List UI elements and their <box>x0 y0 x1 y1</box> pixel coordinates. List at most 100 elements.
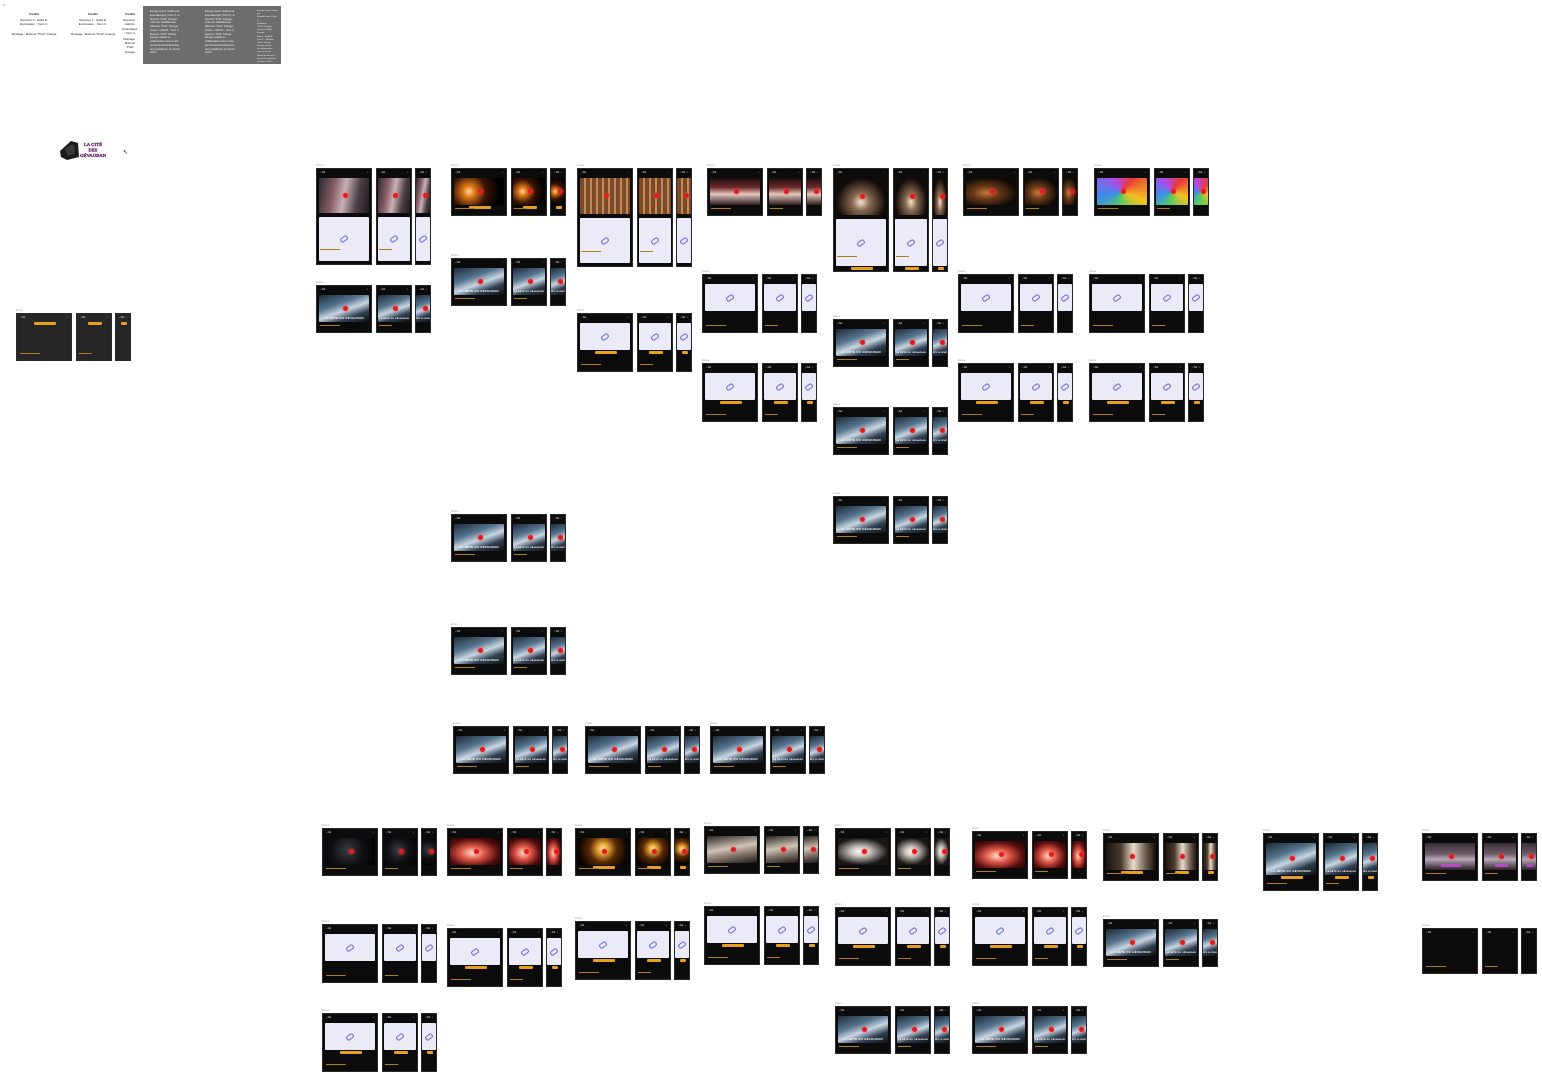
close-icon[interactable]: x <box>557 931 558 934</box>
close-icon[interactable]: x <box>1354 836 1355 839</box>
action-button[interactable] <box>1107 401 1129 404</box>
screen-frame-phone[interactable]: ~Tab x <box>421 1013 437 1072</box>
red-marker-icon[interactable] <box>559 747 565 753</box>
close-icon[interactable]: x <box>685 831 686 834</box>
close-icon[interactable]: x <box>924 171 925 174</box>
red-marker-icon[interactable] <box>601 849 607 855</box>
red-marker-icon[interactable] <box>422 192 428 198</box>
link-icon[interactable] <box>1112 382 1122 391</box>
screen-frame-tablet[interactable]: ~Tab x <box>1032 831 1068 879</box>
red-marker-icon[interactable] <box>989 189 995 195</box>
close-icon[interactable]: x <box>502 261 503 264</box>
close-icon[interactable]: x <box>668 171 669 174</box>
close-icon[interactable]: x <box>1023 834 1024 837</box>
screen-frame-phone[interactable]: ~Tab x <box>1521 928 1537 974</box>
close-icon[interactable]: x <box>542 261 543 264</box>
close-icon[interactable]: x <box>1194 922 1195 925</box>
red-marker-icon[interactable] <box>813 189 819 195</box>
screen-frame-tablet[interactable]: ~Tab x <box>1154 168 1190 216</box>
red-marker-icon[interactable] <box>683 193 689 199</box>
close-icon[interactable]: x <box>502 517 503 520</box>
screen-frame-phone[interactable]: ~Tabx LA BÊTE DU GÉVAUDAN <box>932 319 948 367</box>
screen-frame-tablet[interactable]: ~Tab x <box>507 828 543 876</box>
red-marker-icon[interactable] <box>859 428 865 434</box>
close-icon[interactable]: x <box>793 366 794 369</box>
screen-frame-desktop[interactable]: ~Tab x LA BÊTE DU GÉVAUDAN <box>972 1006 1028 1054</box>
screen-frame-phone[interactable]: ~Tab x <box>676 168 692 267</box>
screen-frame-desktop[interactable]: ~Tab x LA BÊTE DU GÉVAUDAN <box>451 258 507 306</box>
screen-frame-desktop[interactable]: ~Tab x LA BÊTE DU GÉVAUDAN <box>833 496 889 544</box>
red-marker-icon[interactable] <box>528 279 534 285</box>
screen-frame-tablet[interactable]: ~Tab x <box>895 907 931 966</box>
action-button[interactable] <box>680 866 686 869</box>
close-icon[interactable]: x <box>1154 836 1155 839</box>
link-icon[interactable] <box>727 925 737 934</box>
close-icon[interactable]: x <box>943 171 944 174</box>
red-marker-icon[interactable] <box>733 189 739 195</box>
screen-frame-tablet[interactable]: ~Tab x LA BÊTE DU GÉVAUDAN <box>645 726 681 774</box>
action-button[interactable] <box>774 401 788 404</box>
red-marker-icon[interactable] <box>736 747 742 753</box>
link-icon[interactable] <box>598 940 608 949</box>
red-marker-icon[interactable] <box>691 747 697 753</box>
close-icon[interactable]: x <box>1082 834 1083 837</box>
close-icon[interactable]: x <box>407 288 408 291</box>
close-icon[interactable]: x <box>1204 171 1205 174</box>
red-marker-icon[interactable] <box>912 849 918 855</box>
action-button[interactable] <box>990 945 1012 948</box>
action-button[interactable] <box>1208 871 1214 874</box>
red-marker-icon[interactable] <box>393 192 399 198</box>
screen-frame-desktop[interactable]: ~Tab x <box>322 924 378 983</box>
screen-frame-tablet[interactable]: ~Tab x <box>382 1013 418 1072</box>
close-icon[interactable]: x <box>1009 277 1010 280</box>
red-marker-icon[interactable] <box>393 306 399 312</box>
screen-frame-desktop[interactable]: ~Tab x <box>1422 928 1478 974</box>
link-icon[interactable] <box>679 332 689 341</box>
close-icon[interactable]: x <box>626 831 627 834</box>
action-button[interactable] <box>851 267 873 270</box>
red-marker-icon[interactable] <box>939 517 945 523</box>
close-icon[interactable]: x <box>926 1009 927 1012</box>
close-icon[interactable]: x <box>812 277 813 280</box>
close-icon[interactable]: x <box>367 171 368 174</box>
close-icon[interactable]: x <box>67 316 68 319</box>
screen-frame-tablet[interactable]: ~Tab x LA BÊTE DU GÉVAUDAN <box>893 407 929 455</box>
close-icon[interactable]: x <box>884 410 885 413</box>
screen-frame-desktop[interactable]: ~Tab x <box>1094 168 1150 216</box>
close-icon[interactable]: x <box>817 171 818 174</box>
close-icon[interactable]: x <box>801 729 802 732</box>
action-button[interactable] <box>938 267 944 270</box>
red-marker-icon[interactable] <box>1180 940 1186 946</box>
screen-frame-tablet[interactable]: ~Tab x <box>1482 833 1518 881</box>
close-icon[interactable]: x <box>432 831 433 834</box>
link-icon[interactable] <box>520 947 530 956</box>
close-icon[interactable]: x <box>502 630 503 633</box>
action-button[interactable] <box>853 945 875 948</box>
screen-frame-phone[interactable]: ~Tab x <box>115 313 131 361</box>
red-marker-icon[interactable] <box>859 517 865 523</box>
close-icon[interactable]: x <box>432 1016 433 1019</box>
close-icon[interactable]: x <box>504 729 505 732</box>
close-icon[interactable]: x <box>413 1016 414 1019</box>
screen-frame-phone[interactable]: ~Tab x <box>1521 833 1537 881</box>
red-marker-icon[interactable] <box>1200 189 1206 195</box>
screen-frame-tablet[interactable]: ~Tab x <box>1482 928 1518 974</box>
action-button[interactable] <box>720 401 742 404</box>
screen-frame-tablet[interactable]: ~Tab x LA BÊTE DU GÉVAUDAN <box>513 726 549 774</box>
action-button[interactable] <box>776 944 790 947</box>
link-icon[interactable] <box>395 1032 405 1041</box>
red-marker-icon[interactable] <box>784 189 790 195</box>
red-marker-icon[interactable] <box>859 340 865 346</box>
link-icon[interactable] <box>395 943 405 952</box>
close-icon[interactable]: x <box>945 831 946 834</box>
red-marker-icon[interactable] <box>1369 856 1375 862</box>
screen-frame-desktop[interactable]: ~Tab x <box>972 907 1028 966</box>
close-icon[interactable]: x <box>687 316 688 319</box>
red-marker-icon[interactable] <box>1078 852 1084 858</box>
screen-frame-phone[interactable]: ~Tab x <box>1202 833 1218 881</box>
action-button[interactable] <box>1044 945 1058 948</box>
red-marker-icon[interactable] <box>910 340 916 346</box>
screen-frame-phone[interactable]: ~Tab x <box>1057 363 1073 422</box>
red-marker-icon[interactable] <box>1528 854 1534 860</box>
screen-frame-tablet[interactable]: ~Tab x <box>382 828 418 876</box>
